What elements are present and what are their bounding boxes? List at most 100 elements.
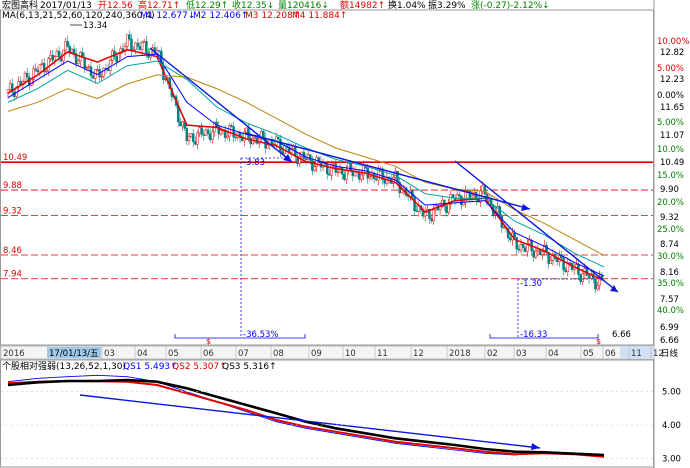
candle-body [134,42,137,50]
time-tick-label: 10 [345,349,356,359]
candle-body [596,284,599,290]
candle-body [68,46,71,53]
arrowhead-2 [521,204,530,211]
candle-body [140,42,144,50]
stock-name[interactable]: 宏图高科 [2,0,38,11]
candle-body [185,128,189,141]
candle-body [262,131,265,139]
candle-body [445,205,448,213]
time-tick-label: 05 [168,349,179,359]
candle-body [25,72,29,78]
reference-line-label: 8.46 [3,246,22,256]
candle-body [23,72,27,82]
time-tick-label: 06 [605,349,616,359]
indicator-header: 个股相对强弱(13,26,52,1,30) QS1 5.493↑ QS2 5.3… [2,360,277,372]
candle-body [423,212,427,217]
header-change: 涨(-0.27)-2.12%↓ [471,0,550,11]
indicator-tick-label: 3.00 [662,454,681,464]
candle-body [498,206,501,217]
candle-body [187,136,191,141]
candle-body [349,163,352,171]
indicator-qs3: QS3 5.316↑ [222,362,277,372]
candle-body [191,133,195,143]
time-tick-label: 03 [104,349,115,359]
candle-body [219,130,223,135]
candle-body [228,125,231,137]
indicator-qs1: QS1 5.493↑ [123,362,178,372]
candle-body [49,54,52,59]
ma-legend-m2: M2 12.406↑ [193,11,248,21]
ma-line-m2[interactable] [7,53,605,277]
time-tick-label: 2016 [3,349,25,359]
candle-body [225,135,229,138]
time-tick-label: 07 [238,349,249,359]
candle-body [502,226,506,229]
candle-body [368,176,372,179]
candle-body [130,38,133,51]
trend-line-indicator[interactable] [79,394,541,449]
ma-legend-label: MA(6,13,21,52,60,120,240,360,4) [2,11,155,21]
candle-body [53,56,57,61]
candle-body [528,239,531,245]
time-tick-label: 11 [631,349,642,359]
header-open: 开12.56 [98,0,133,11]
reference-line-label: 10.49 [3,153,27,163]
frequency-label[interactable]: 日线 [661,348,679,359]
arrowhead-indicator [531,443,540,450]
candle-body [194,141,197,145]
indicator-qs2: QS2 5.307↑ [172,362,227,372]
candle-body [102,68,106,77]
ma-legend: MA(6,13,21,52,60,120,240,360,4) M1 12.67… [2,11,347,21]
candle-body [157,50,161,52]
candle-body [532,250,536,258]
price-tick-label: 9.32 [660,213,679,223]
ma-line-m1[interactable] [7,48,605,282]
reference-line-label: 7.94 [3,270,22,280]
ma-line-m4[interactable] [7,74,605,256]
header-turnover: 换1.04% [388,0,426,11]
annotations: 13.34 -3.83 -1.30 -36.53% -16.33 6.66 $ … [70,21,631,346]
candle-body [513,232,516,238]
qs-line-qs3[interactable] [7,378,605,457]
time-tick-label: 08 [273,349,284,359]
trend-line-2[interactable] [244,132,531,210]
peak-label: 13.34 [83,21,107,31]
candle-body [76,60,80,64]
pct-tick-label: 10.0% [657,145,684,155]
candle-body [108,60,112,71]
pct-tick-label: 35.0% [657,279,684,289]
candle-body [206,129,210,134]
pct-tick-label: 5.00% [657,64,684,74]
drop1-label: -3.83 [243,158,265,168]
reference-line-label: 9.88 [3,181,22,191]
candle-body [304,158,308,161]
price-tick-label: 7.57 [660,295,679,305]
candle-body [517,248,521,251]
trend-line-1[interactable] [149,47,293,163]
candle-body [51,54,54,61]
price-tick-label: 8.74 [660,240,679,250]
candle-body [451,194,455,199]
candle-body [360,174,363,180]
reference-line-label: 9.32 [3,207,22,217]
candle-body [34,68,37,71]
candle-body [208,133,212,141]
header-amplitude: 振3.29% [428,0,466,11]
candle-body [332,163,335,166]
candle-body [198,127,201,134]
candle-body [483,185,487,195]
candle-body [466,190,470,192]
candle-body [587,275,591,279]
candle-body [204,129,208,136]
price-tick-label: 6.66 [660,336,679,346]
candle-body [125,34,129,47]
candle-body [521,244,525,248]
candle-body [57,50,61,58]
pct-tick-label: 10.00% [657,37,689,47]
candle-body [70,48,74,53]
pct-tick-label: 5.00% [657,118,684,128]
trend-line-3[interactable] [454,160,619,293]
candle-body [309,154,312,161]
range2-label: -16.33 [520,330,547,340]
candle-body [232,126,235,138]
